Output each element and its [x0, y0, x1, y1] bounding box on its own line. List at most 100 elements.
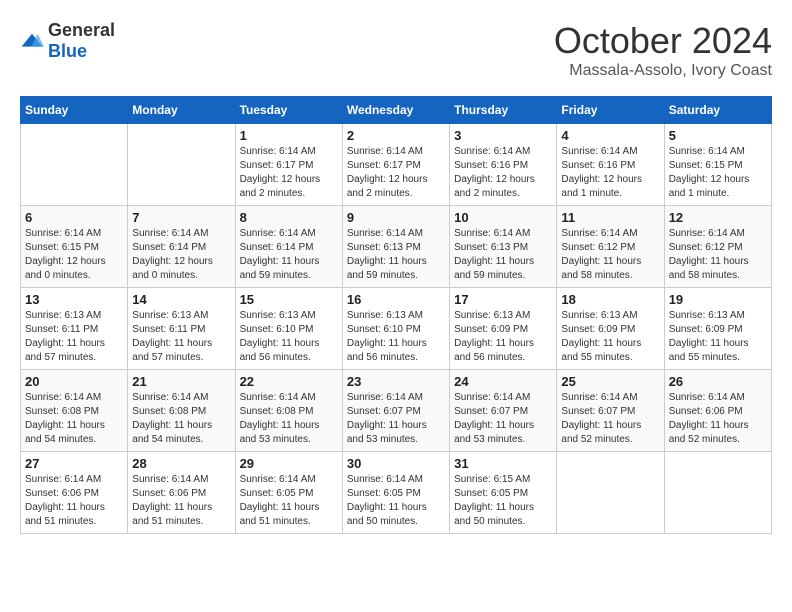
day-number: 4 — [561, 128, 659, 143]
calendar-cell: 13 Sunrise: 6:13 AM Sunset: 6:11 PM Dayli… — [21, 288, 128, 370]
calendar-cell: 10Sunrise: 6:14 AM Sunset: 6:13 PM Dayli… — [450, 206, 557, 288]
day-number: 27 — [25, 456, 123, 471]
day-info: Sunrise: 6:13 AM Sunset: 6:11 PM Dayligh… — [132, 309, 230, 365]
calendar-cell: 30 Sunrise: 6:14 AM Sunset: 6:05 PM Dayli… — [342, 452, 449, 534]
day-info: Sunrise: 6:14 AM Sunset: 6:06 PM Dayligh… — [132, 473, 230, 529]
day-info: Sunrise: 6:13 AM Sunset: 6:09 PM Dayligh… — [454, 309, 552, 365]
calendar-cell: 12 Sunrise: 6:14 AM Sunset: 6:12 PM Dayli… — [664, 206, 771, 288]
day-info: Sunrise: 6:14 AM Sunset: 6:08 PM Dayligh… — [132, 391, 230, 447]
calendar-cell: 16 Sunrise: 6:13 AM Sunset: 6:10 PM Dayli… — [342, 288, 449, 370]
calendar-cell — [128, 124, 235, 206]
day-number: 1 — [240, 128, 338, 143]
day-number: 9 — [347, 210, 445, 225]
day-number: 6 — [25, 210, 123, 225]
calendar-cell: 19 Sunrise: 6:13 AM Sunset: 6:09 PM Dayli… — [664, 288, 771, 370]
col-tuesday: Tuesday — [235, 97, 342, 124]
col-sunday: Sunday — [21, 97, 128, 124]
calendar-cell: 9 Sunrise: 6:14 AM Sunset: 6:13 PM Daylig… — [342, 206, 449, 288]
day-info: Sunrise: 6:14 AM Sunset: 6:08 PM Dayligh… — [240, 391, 338, 447]
day-number: 7 — [132, 210, 230, 225]
calendar-cell: 27 Sunrise: 6:14 AM Sunset: 6:06 PM Dayli… — [21, 452, 128, 534]
calendar-cell: 21Sunrise: 6:14 AM Sunset: 6:08 PM Dayli… — [128, 370, 235, 452]
day-info: Sunrise: 6:14 AM Sunset: 6:14 PM Dayligh… — [132, 227, 230, 283]
day-number: 15 — [240, 292, 338, 307]
day-info: Sunrise: 6:14 AM Sunset: 6:07 PM Dayligh… — [347, 391, 445, 447]
title-area: October 2024 Massala-Assolo, Ivory Coast — [554, 20, 772, 80]
day-number: 26 — [669, 374, 767, 389]
calendar-table: Sunday Monday Tuesday Wednesday Thursday… — [20, 96, 772, 534]
day-number: 16 — [347, 292, 445, 307]
day-number: 2 — [347, 128, 445, 143]
calendar-week-5: 27 Sunrise: 6:14 AM Sunset: 6:06 PM Dayli… — [21, 452, 772, 534]
calendar-cell: 20 Sunrise: 6:14 AM Sunset: 6:08 PM Dayli… — [21, 370, 128, 452]
day-number: 12 — [669, 210, 767, 225]
day-info: Sunrise: 6:13 AM Sunset: 6:10 PM Dayligh… — [347, 309, 445, 365]
day-number: 11 — [561, 210, 659, 225]
month-title: October 2024 — [554, 20, 772, 62]
logo-icon — [20, 32, 44, 50]
day-number: 30 — [347, 456, 445, 471]
day-info: Sunrise: 6:14 AM Sunset: 6:17 PM Dayligh… — [240, 145, 338, 201]
calendar-cell: 1 Sunrise: 6:14 AM Sunset: 6:17 PM Daylig… — [235, 124, 342, 206]
day-info: Sunrise: 6:14 AM Sunset: 6:05 PM Dayligh… — [347, 473, 445, 529]
day-info: Sunrise: 6:14 AM Sunset: 6:07 PM Dayligh… — [454, 391, 552, 447]
day-number: 25 — [561, 374, 659, 389]
day-info: Sunrise: 6:14 AM Sunset: 6:13 PM Dayligh… — [347, 227, 445, 283]
day-number: 19 — [669, 292, 767, 307]
col-wednesday: Wednesday — [342, 97, 449, 124]
calendar-cell: 5 Sunrise: 6:14 AM Sunset: 6:15 PM Daylig… — [664, 124, 771, 206]
calendar-cell: 29Sunrise: 6:14 AM Sunset: 6:05 PM Dayli… — [235, 452, 342, 534]
day-number: 13 — [25, 292, 123, 307]
calendar-cell: 24 Sunrise: 6:14 AM Sunset: 6:07 PM Dayli… — [450, 370, 557, 452]
calendar-cell: 8 Sunrise: 6:14 AM Sunset: 6:14 PM Daylig… — [235, 206, 342, 288]
day-info: Sunrise: 6:14 AM Sunset: 6:12 PM Dayligh… — [561, 227, 659, 283]
logo-text: General Blue — [48, 20, 115, 62]
day-number: 28 — [132, 456, 230, 471]
day-info: Sunrise: 6:13 AM Sunset: 6:09 PM Dayligh… — [561, 309, 659, 365]
day-info: Sunrise: 6:14 AM Sunset: 6:06 PM Dayligh… — [25, 473, 123, 529]
calendar-cell: 15 Sunrise: 6:13 AM Sunset: 6:10 PM Dayli… — [235, 288, 342, 370]
day-info: Sunrise: 6:13 AM Sunset: 6:09 PM Dayligh… — [669, 309, 767, 365]
calendar-week-1: 1 Sunrise: 6:14 AM Sunset: 6:17 PM Daylig… — [21, 124, 772, 206]
calendar-body: 1 Sunrise: 6:14 AM Sunset: 6:17 PM Daylig… — [21, 124, 772, 534]
col-thursday: Thursday — [450, 97, 557, 124]
calendar-cell: 4 Sunrise: 6:14 AM Sunset: 6:16 PM Daylig… — [557, 124, 664, 206]
day-number: 3 — [454, 128, 552, 143]
day-info: Sunrise: 6:13 AM Sunset: 6:11 PM Dayligh… — [25, 309, 123, 365]
day-info: Sunrise: 6:14 AM Sunset: 6:15 PM Dayligh… — [25, 227, 123, 283]
day-info: Sunrise: 6:14 AM Sunset: 6:15 PM Dayligh… — [669, 145, 767, 201]
day-info: Sunrise: 6:14 AM Sunset: 6:14 PM Dayligh… — [240, 227, 338, 283]
day-number: 31 — [454, 456, 552, 471]
day-info: Sunrise: 6:14 AM Sunset: 6:17 PM Dayligh… — [347, 145, 445, 201]
calendar-cell: 17 Sunrise: 6:13 AM Sunset: 6:09 PM Dayli… — [450, 288, 557, 370]
day-number: 5 — [669, 128, 767, 143]
day-number: 18 — [561, 292, 659, 307]
calendar-cell: 6 Sunrise: 6:14 AM Sunset: 6:15 PM Daylig… — [21, 206, 128, 288]
day-number: 22 — [240, 374, 338, 389]
day-number: 14 — [132, 292, 230, 307]
day-info: Sunrise: 6:14 AM Sunset: 6:12 PM Dayligh… — [669, 227, 767, 283]
calendar-cell: 31Sunrise: 6:15 AM Sunset: 6:05 PM Dayli… — [450, 452, 557, 534]
col-saturday: Saturday — [664, 97, 771, 124]
calendar-cell: 25 Sunrise: 6:14 AM Sunset: 6:07 PM Dayli… — [557, 370, 664, 452]
calendar-cell: 26Sunrise: 6:14 AM Sunset: 6:06 PM Dayli… — [664, 370, 771, 452]
day-number: 8 — [240, 210, 338, 225]
day-info: Sunrise: 6:14 AM Sunset: 6:08 PM Dayligh… — [25, 391, 123, 447]
day-info: Sunrise: 6:14 AM Sunset: 6:05 PM Dayligh… — [240, 473, 338, 529]
day-number: 23 — [347, 374, 445, 389]
logo-blue: Blue — [48, 41, 87, 61]
calendar-week-4: 20 Sunrise: 6:14 AM Sunset: 6:08 PM Dayli… — [21, 370, 772, 452]
calendar-week-3: 13 Sunrise: 6:13 AM Sunset: 6:11 PM Dayli… — [21, 288, 772, 370]
calendar-cell — [664, 452, 771, 534]
calendar-cell — [21, 124, 128, 206]
day-info: Sunrise: 6:13 AM Sunset: 6:10 PM Dayligh… — [240, 309, 338, 365]
day-number: 10 — [454, 210, 552, 225]
day-number: 20 — [25, 374, 123, 389]
day-info: Sunrise: 6:14 AM Sunset: 6:16 PM Dayligh… — [561, 145, 659, 201]
day-info: Sunrise: 6:14 AM Sunset: 6:07 PM Dayligh… — [561, 391, 659, 447]
day-number: 24 — [454, 374, 552, 389]
calendar-cell: 3Sunrise: 6:14 AM Sunset: 6:16 PM Daylig… — [450, 124, 557, 206]
calendar-cell: 14 Sunrise: 6:13 AM Sunset: 6:11 PM Dayli… — [128, 288, 235, 370]
day-number: 17 — [454, 292, 552, 307]
location-title: Massala-Assolo, Ivory Coast — [554, 62, 772, 80]
